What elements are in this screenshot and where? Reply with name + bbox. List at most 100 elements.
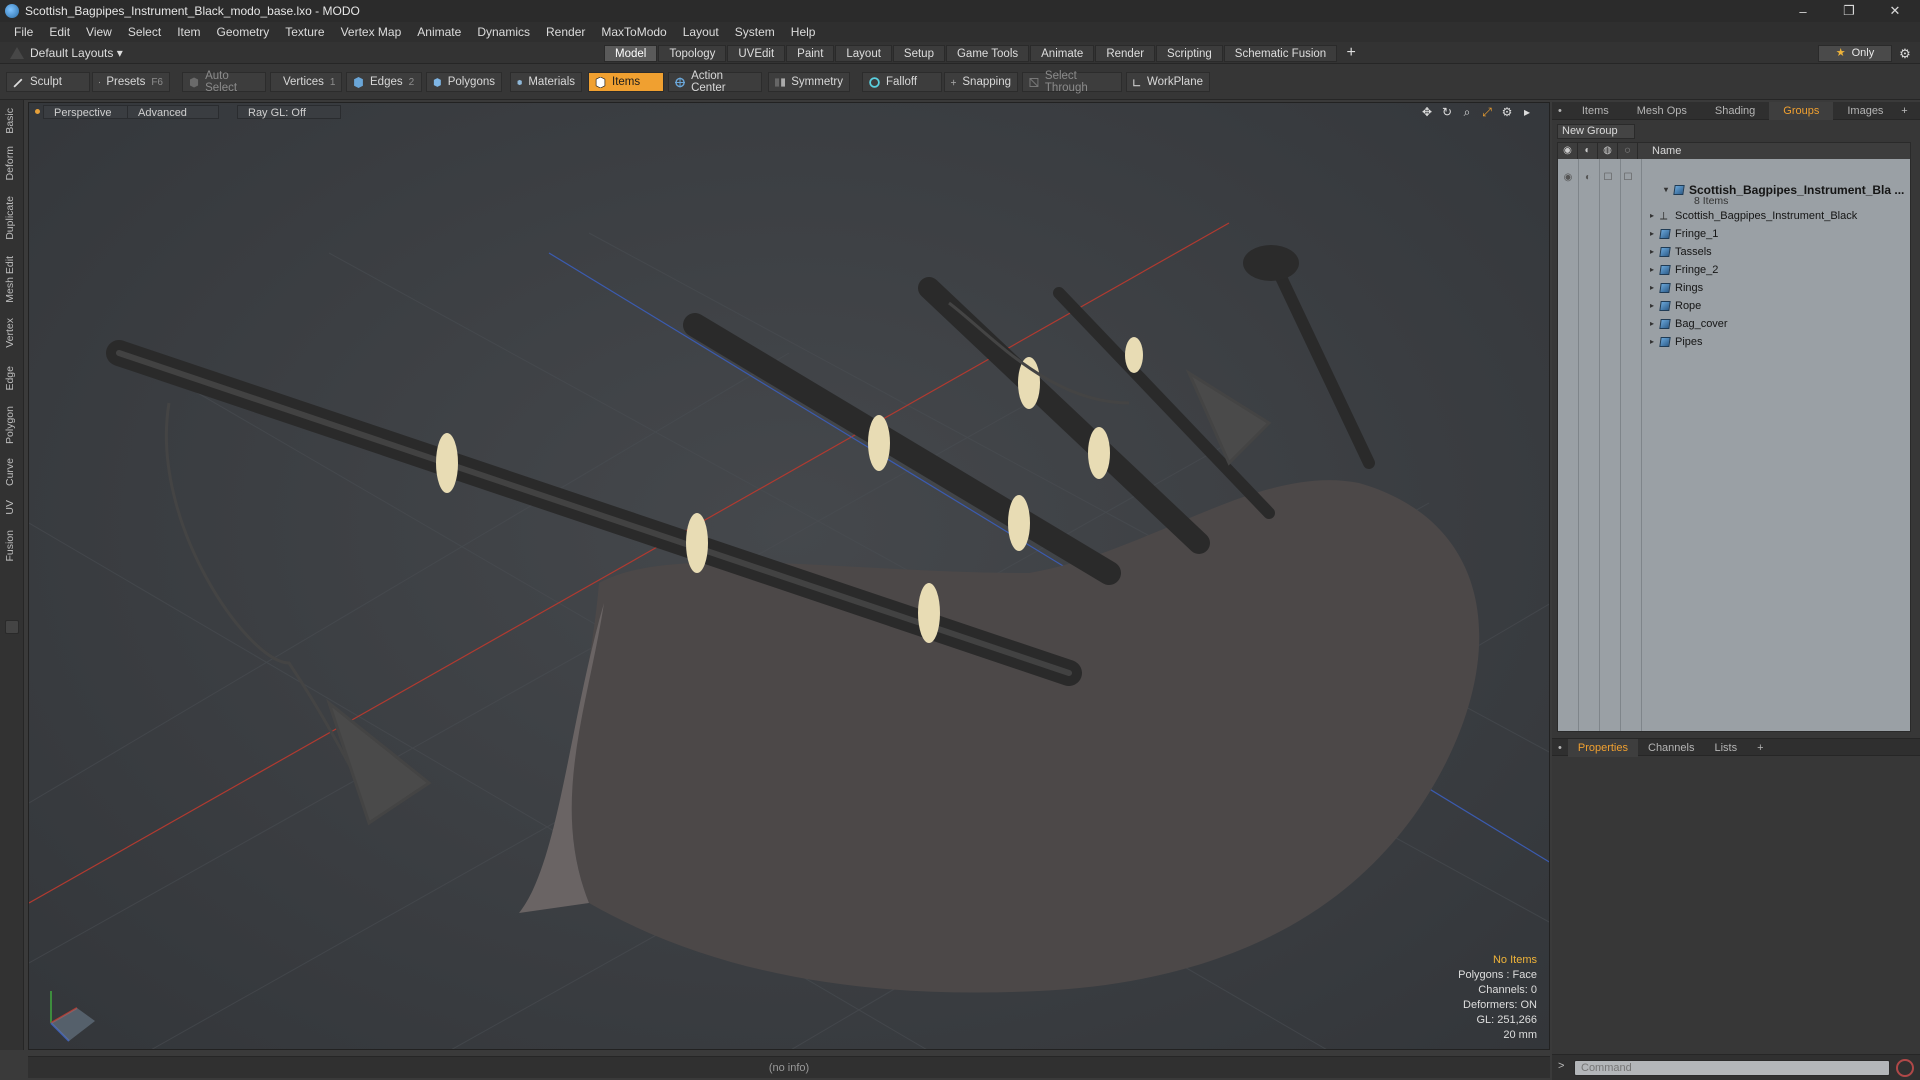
view-perspective-button[interactable]: Perspective [43, 105, 129, 119]
vtab-curve[interactable]: Curve [4, 458, 20, 486]
menu-render[interactable]: Render [538, 22, 593, 42]
shading-advanced-button[interactable]: Advanced [127, 105, 219, 119]
rotate-icon[interactable]: ↻ [1439, 105, 1455, 119]
viewport-gear-icon[interactable]: ⚙ [1499, 105, 1515, 119]
workplane-button[interactable]: WorkPlane [1126, 72, 1210, 92]
items-button[interactable]: Items [588, 72, 664, 92]
root-select-icon[interactable]: ☐ [1618, 172, 1638, 183]
3d-viewport[interactable]: Perspective Advanced Ray GL: Off ✥ ↻ ⌕ ⤢… [28, 102, 1550, 1050]
vtab-polygon[interactable]: Polygon [4, 406, 20, 444]
vtab-basic[interactable]: Basic [4, 108, 20, 134]
vtab-duplicate[interactable]: Duplicate [4, 196, 20, 240]
menu-geometry[interactable]: Geometry [209, 22, 278, 42]
tab-mesh-ops[interactable]: Mesh Ops [1623, 102, 1701, 120]
menu-item[interactable]: Item [169, 22, 208, 42]
command-history-icon[interactable] [1896, 1059, 1914, 1077]
add-panel-tab-icon[interactable]: + [1897, 102, 1911, 119]
pan-icon[interactable]: ✥ [1419, 105, 1435, 119]
selectable-icon[interactable]: ◌ [1618, 143, 1638, 159]
tab-items[interactable]: Items [1568, 102, 1623, 120]
menu-layout[interactable]: Layout [675, 22, 727, 42]
tab-uvedit[interactable]: UVEdit [727, 45, 786, 62]
visibility-eye-icon[interactable]: ◉ [1558, 143, 1578, 159]
close-button[interactable]: ✕ [1872, 0, 1918, 22]
layout-dropdown[interactable]: Default Layouts ▾ [10, 45, 123, 61]
add-properties-tab-icon[interactable]: + [1747, 739, 1773, 757]
viewport-scene[interactable] [29, 103, 1550, 1050]
lock-icon[interactable]: ◍ [1598, 143, 1618, 159]
auto-select-button[interactable]: Auto Select [182, 70, 266, 94]
list-item[interactable]: ▸ Pipes [1650, 333, 1703, 350]
list-item[interactable]: ▸ Fringe_2 [1650, 261, 1718, 278]
tab-render[interactable]: Render [1095, 45, 1156, 62]
materials-button[interactable]: Materials [510, 72, 582, 92]
tab-game-tools[interactable]: Game Tools [945, 45, 1030, 62]
tab-model[interactable]: Model [604, 45, 658, 62]
expand-caret-icon[interactable]: ▸ [1650, 211, 1660, 220]
tab-images[interactable]: Images [1833, 102, 1897, 120]
list-item[interactable]: ▸ Bag_cover [1650, 315, 1728, 332]
add-tab-button[interactable]: + [1342, 45, 1360, 62]
select-through-button[interactable]: Select Through [1022, 70, 1122, 94]
panel-menu-dot-icon[interactable]: • [1552, 102, 1568, 120]
list-item[interactable]: ▸ Fringe_1 [1650, 225, 1718, 242]
tab-topology[interactable]: Topology [658, 45, 727, 62]
tab-animate[interactable]: Animate [1030, 45, 1095, 62]
tab-schematic-fusion[interactable]: Schematic Fusion [1223, 45, 1338, 62]
root-render-icon[interactable]: ◐ [1578, 172, 1598, 183]
falloff-button[interactable]: Falloff [862, 72, 942, 92]
maximize-button[interactable]: ❐ [1826, 0, 1872, 22]
vtab-vertex[interactable]: Vertex [4, 318, 20, 348]
tab-shading[interactable]: Shading [1701, 102, 1769, 120]
command-input[interactable] [1574, 1060, 1890, 1076]
new-group-button[interactable]: New Group [1557, 124, 1635, 139]
list-item[interactable]: ▸ Rings [1650, 279, 1703, 296]
list-item[interactable]: ▸ Tassels [1650, 243, 1712, 260]
edges-button[interactable]: Edges 2 [346, 72, 422, 92]
menu-select[interactable]: Select [120, 22, 169, 42]
expand-arrow-icon[interactable]: ▸ [1519, 105, 1535, 119]
viewport-menu-dot[interactable] [35, 109, 40, 114]
maximize-icon[interactable]: ⤢ [1479, 105, 1495, 119]
sculpt-button[interactable]: Sculpt [6, 72, 90, 92]
menu-system[interactable]: System [727, 22, 783, 42]
settings-gear-icon[interactable]: ⚙ [1896, 45, 1914, 62]
menu-view[interactable]: View [78, 22, 120, 42]
collapse-arrow-icon[interactable] [10, 47, 24, 59]
minimize-button[interactable]: – [1780, 0, 1826, 22]
only-button[interactable]: ★ Only [1818, 45, 1892, 62]
root-lock-icon[interactable]: ☐ [1598, 172, 1618, 183]
vtab-edge[interactable]: Edge [4, 366, 20, 391]
menu-help[interactable]: Help [783, 22, 824, 42]
vtab-deform[interactable]: Deform [4, 146, 20, 180]
list-item[interactable]: ▸ ⟂ Scottish_Bagpipes_Instrument_Black [1650, 207, 1857, 224]
menu-file[interactable]: File [6, 22, 41, 42]
menu-vertex-map[interactable]: Vertex Map [333, 22, 410, 42]
menu-edit[interactable]: Edit [41, 22, 78, 42]
tab-setup[interactable]: Setup [892, 45, 945, 62]
raygl-toggle-button[interactable]: Ray GL: Off [237, 105, 341, 119]
tab-channels[interactable]: Channels [1638, 739, 1704, 757]
snapping-button[interactable]: Snapping [944, 72, 1018, 92]
vtab-mesh-edit[interactable]: Mesh Edit [4, 256, 20, 303]
menu-maxtomodo[interactable]: MaxToModo [593, 22, 674, 42]
render-icon[interactable]: ◐ [1578, 143, 1598, 159]
action-center-button[interactable]: Action Center [668, 70, 762, 94]
symmetry-button[interactable]: Symmetry [768, 72, 850, 92]
root-eye-icon[interactable]: ◉ [1558, 172, 1578, 183]
vtab-uv[interactable]: UV [4, 500, 20, 515]
tab-properties[interactable]: Properties [1567, 739, 1638, 757]
menu-animate[interactable]: Animate [409, 22, 469, 42]
vtab-fusion[interactable]: Fusion [4, 530, 20, 562]
menu-dynamics[interactable]: Dynamics [469, 22, 538, 42]
presets-button[interactable]: Presets F6 [92, 72, 170, 92]
tab-layout[interactable]: Layout [835, 45, 892, 62]
tab-paint[interactable]: Paint [786, 45, 835, 62]
zoom-icon[interactable]: ⌕ [1459, 105, 1475, 119]
strip-toggle-button[interactable] [5, 620, 19, 634]
vertices-button[interactable]: Vertices 1 [270, 72, 342, 92]
tab-scripting[interactable]: Scripting [1156, 45, 1223, 62]
menu-texture[interactable]: Texture [277, 22, 332, 42]
properties-menu-dot-icon[interactable]: • [1552, 739, 1568, 757]
polygons-button[interactable]: Polygons [426, 72, 502, 92]
